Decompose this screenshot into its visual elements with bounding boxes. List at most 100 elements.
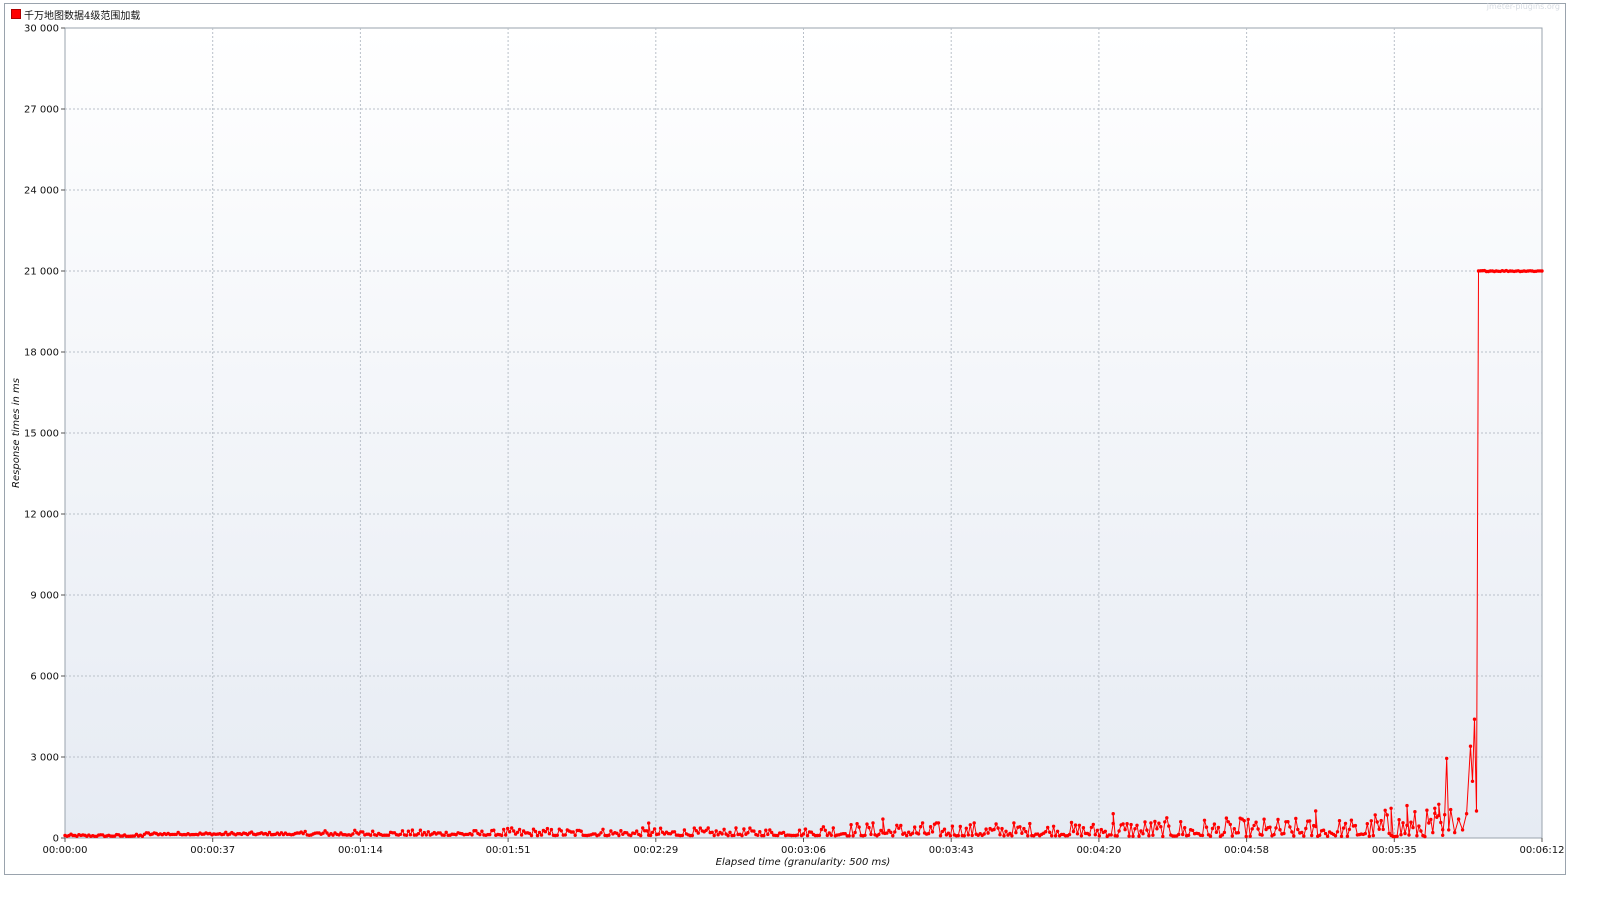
y-tick-label: 15 000 [24, 429, 59, 440]
data-point [1453, 830, 1457, 835]
data-point [732, 833, 736, 838]
data-point [1224, 816, 1229, 820]
data-point [1244, 834, 1248, 839]
data-point [795, 833, 800, 837]
data-point [1177, 832, 1181, 837]
data-point [1073, 823, 1078, 827]
x-tick-label: 00:04:20 [1076, 845, 1121, 856]
data-point [1337, 819, 1342, 823]
data-point [1439, 820, 1443, 825]
data-point [797, 828, 802, 832]
data-point [303, 829, 307, 834]
data-point [535, 833, 540, 838]
data-point [1433, 811, 1437, 816]
data-point [1000, 826, 1004, 831]
data-point [752, 829, 756, 833]
data-point [1135, 823, 1139, 827]
data-point [1248, 834, 1252, 838]
data-point [1157, 821, 1161, 825]
data-point [1002, 834, 1006, 838]
data-point [714, 829, 718, 833]
y-tick-label: 12 000 [24, 510, 59, 521]
data-point [573, 833, 577, 837]
x-axis-title: Elapsed time (granularity: 500 ms) [716, 857, 891, 868]
data-point [817, 833, 822, 838]
data-point [1449, 807, 1453, 812]
data-point [1429, 817, 1433, 822]
data-point [1208, 834, 1213, 838]
data-point [928, 825, 933, 829]
x-tick-label: 00:04:58 [1224, 845, 1269, 856]
data-point [956, 833, 960, 838]
data-point [559, 829, 563, 833]
data-point [857, 825, 861, 829]
data-point [1131, 834, 1135, 838]
data-point [488, 832, 492, 837]
data-point [1256, 827, 1260, 831]
data-point [1190, 828, 1195, 833]
data-point [950, 824, 955, 828]
data-point [1310, 833, 1314, 838]
data-point [867, 825, 871, 830]
data-point [1250, 827, 1254, 831]
data-point [386, 833, 391, 837]
data-point [1397, 818, 1401, 822]
data-point [1077, 823, 1082, 827]
data-point [508, 830, 512, 834]
data-point [617, 833, 621, 838]
data-point [1095, 828, 1100, 832]
data-point [948, 834, 953, 838]
data-point [442, 833, 446, 837]
data-point [1055, 829, 1060, 833]
data-point [1373, 813, 1377, 817]
data-point [847, 834, 851, 838]
data-point [1411, 825, 1415, 830]
data-point [853, 830, 857, 835]
data-point [1423, 834, 1427, 839]
data-point [1431, 830, 1435, 835]
data-point [549, 827, 554, 832]
data-point [968, 823, 972, 827]
data-point [897, 826, 901, 830]
data-point [1292, 834, 1296, 838]
data-point [1341, 826, 1346, 830]
data-point [1367, 834, 1372, 838]
data-point [682, 828, 687, 832]
y-tick-label: 9 000 [30, 591, 59, 602]
data-point [1167, 824, 1171, 828]
data-point [1183, 826, 1187, 830]
y-tick-label: 21 000 [24, 267, 59, 278]
data-point [984, 827, 988, 831]
data-point [1456, 817, 1461, 821]
data-point [899, 823, 903, 828]
data-point [510, 826, 514, 830]
data-point [1395, 834, 1399, 838]
data-point [656, 832, 661, 836]
data-point [1254, 820, 1258, 824]
data-point [1236, 831, 1241, 835]
data-point [539, 833, 544, 837]
data-point [1139, 829, 1143, 833]
legend: 千万地图数据4级范围加载 [11, 7, 140, 22]
data-point [748, 826, 752, 830]
data-point [1018, 825, 1022, 829]
data-point [1129, 822, 1133, 827]
y-tick-label: 24 000 [24, 186, 59, 197]
data-point [1115, 834, 1119, 838]
data-point [706, 826, 710, 830]
data-point [404, 833, 409, 837]
data-point [851, 834, 855, 838]
data-point [889, 830, 893, 834]
data-point [1071, 829, 1076, 834]
data-point [1318, 833, 1322, 837]
data-point [418, 828, 423, 832]
data-point [1181, 832, 1185, 837]
data-point [964, 826, 968, 830]
data-point [710, 830, 714, 834]
data-point [652, 827, 657, 831]
data-point [1163, 820, 1167, 824]
data-point [1302, 834, 1306, 838]
data-point [1137, 834, 1141, 838]
data-point [1232, 827, 1237, 831]
data-point [1210, 826, 1215, 831]
